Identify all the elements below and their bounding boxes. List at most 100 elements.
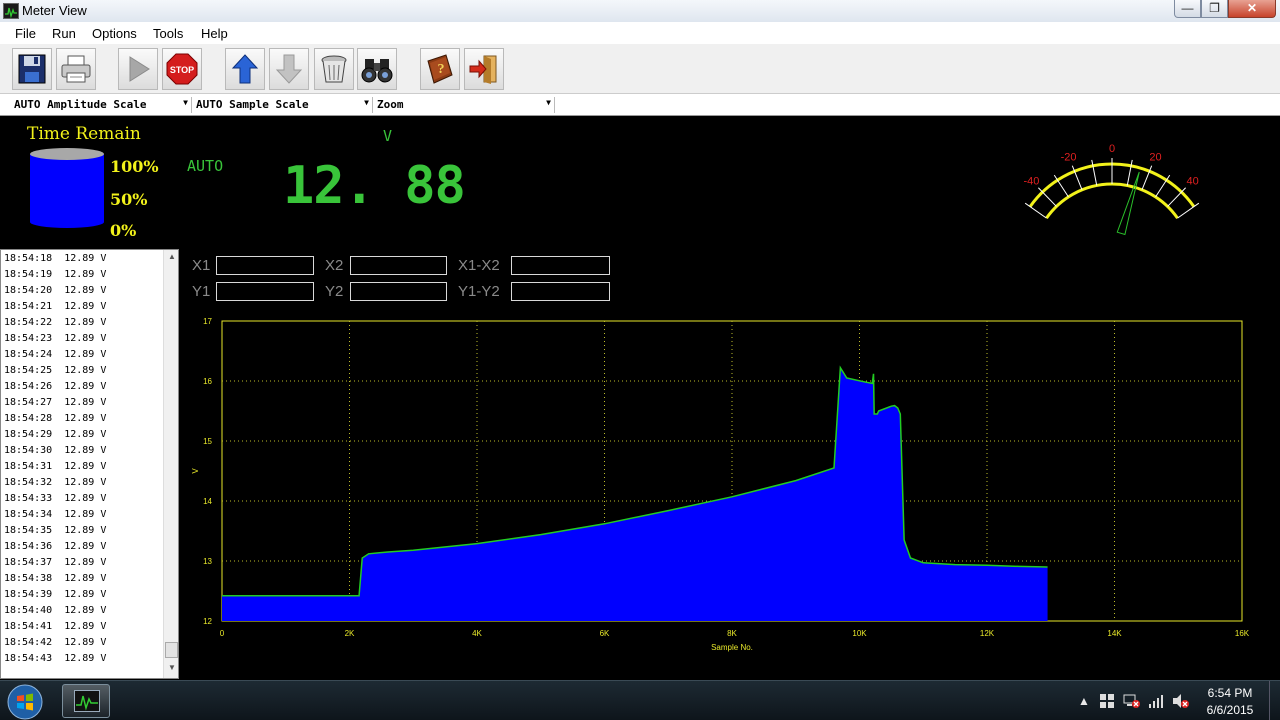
y-tick-label: 15 [203, 437, 212, 446]
scroll-up-icon[interactable]: ▲ [164, 252, 178, 266]
x-tick-label: 16K [1235, 629, 1250, 638]
exit-button[interactable] [464, 48, 504, 90]
log-row[interactable]: 18:54:36 12.89 V [4, 541, 106, 552]
save-button[interactable] [12, 48, 52, 90]
log-row[interactable]: 18:54:27 12.89 V [4, 397, 106, 408]
log-row[interactable]: 18:54:19 12.89 V [4, 269, 106, 280]
log-row[interactable]: 18:54:41 12.89 V [4, 621, 106, 632]
log-row[interactable]: 18:54:24 12.89 V [4, 349, 106, 360]
log-value: 12.89 V [64, 317, 107, 328]
menu-run[interactable]: Run [52, 26, 76, 41]
scroll-down-icon[interactable]: ▼ [164, 663, 178, 677]
log-row[interactable]: 18:54:38 12.89 V [4, 573, 106, 584]
log-row[interactable]: 18:54:35 12.89 V [4, 525, 106, 536]
log-value: 12.89 V [64, 461, 107, 472]
log-row[interactable]: 18:54:26 12.89 V [4, 381, 106, 392]
level-100: 100% [110, 157, 159, 176]
log-row[interactable]: 18:54:25 12.89 V [4, 365, 106, 376]
log-value: 12.89 V [64, 397, 107, 408]
dy-label: Y1-Y2 [458, 283, 500, 300]
maximize-button[interactable]: ❐ [1201, 0, 1228, 18]
app-icon [3, 3, 19, 19]
log-value: 12.89 V [64, 605, 107, 616]
clear-button[interactable] [314, 48, 354, 90]
stop-button[interactable]: STOP [162, 48, 202, 90]
x-axis-label: Sample No. [711, 643, 753, 652]
network-error-icon[interactable] [1123, 693, 1141, 709]
upload-button[interactable] [225, 48, 265, 90]
log-row[interactable]: 18:54:40 12.89 V [4, 605, 106, 616]
signal-bars-icon[interactable] [1148, 693, 1164, 709]
log-row[interactable]: 18:54:29 12.89 V [4, 429, 106, 440]
log-row[interactable]: 18:54:42 12.89 V [4, 637, 106, 648]
reading-log-list[interactable]: 18:54:18 12.89 V 18:54:19 12.89 V 18:54:20… [0, 249, 179, 679]
close-button[interactable]: ✕ [1228, 0, 1276, 18]
amplitude-scale-value: AUTO Amplitude Scale [14, 98, 147, 111]
log-row[interactable]: 18:54:28 12.89 V [4, 413, 106, 424]
menu-options[interactable]: Options [92, 26, 137, 41]
y-axis-label: V [191, 468, 200, 474]
log-row[interactable]: 18:54:33 12.89 V [4, 493, 106, 504]
gauge-tick [1024, 202, 1047, 219]
tray-expand-icon[interactable]: ▲ [1078, 694, 1090, 708]
log-row[interactable]: 18:54:18 12.89 V [4, 253, 106, 264]
log-row[interactable]: 18:54:37 12.89 V [4, 557, 106, 568]
help-book-icon: ? [427, 54, 453, 84]
taskbar: ▲ 6:54 PM 6/6/2015 [0, 680, 1280, 720]
x2-label: X2 [325, 257, 344, 274]
log-time: 18:54:18 [4, 253, 53, 264]
log-time: 18:54:37 [4, 557, 53, 568]
log-row[interactable]: 18:54:21 12.89 V [4, 301, 106, 312]
y-tick-label: 17 [203, 317, 212, 326]
gauge-tick-label: 40 [1186, 176, 1198, 188]
scroll-thumb[interactable] [165, 642, 178, 658]
print-button[interactable] [56, 48, 96, 90]
run-button[interactable] [118, 48, 158, 90]
minimize-button[interactable]: — [1174, 0, 1201, 18]
download-button[interactable] [269, 48, 309, 90]
log-value: 12.89 V [64, 253, 107, 264]
log-value: 12.89 V [64, 557, 107, 568]
help-button[interactable]: ? [420, 48, 460, 90]
find-button[interactable] [357, 48, 397, 90]
show-desktop-button[interactable] [1269, 681, 1280, 720]
gauge-tick [1177, 202, 1200, 219]
dx-label: X1-X2 [458, 257, 500, 274]
amplitude-scale-dropdown[interactable]: AUTO Amplitude Scale ▼ [14, 97, 188, 114]
log-row[interactable]: 18:54:20 12.89 V [4, 285, 106, 296]
menu-file[interactable]: File [15, 26, 36, 41]
action-center-icon[interactable] [1099, 693, 1115, 709]
battery-tank-icon [30, 148, 104, 228]
clock-time: 6:54 PM [1207, 686, 1253, 700]
svg-text:?: ? [438, 62, 445, 77]
upload-icon [231, 54, 259, 84]
menu-tools[interactable]: Tools [153, 26, 183, 41]
voltage-chart[interactable]: 0 2K 4K 6K 8K 10K 12K 14K 16K 12 13 14 15 16 17 Sample … [185, 312, 1255, 657]
taskbar-clock[interactable]: 6:54 PM 6/6/2015 [1196, 685, 1264, 719]
log-row[interactable]: 18:54:30 12.89 V [4, 445, 106, 456]
gauge-tick [1038, 187, 1057, 207]
chevron-down-icon: ▼ [183, 98, 188, 107]
log-row[interactable]: 18:54:32 12.89 V [4, 477, 106, 488]
log-row[interactable]: 18:54:22 12.89 V [4, 317, 106, 328]
log-row[interactable]: 18:54:34 12.89 V [4, 509, 106, 520]
log-scrollbar[interactable]: ▲ ▼ [163, 250, 178, 678]
gauge-tick [1167, 187, 1186, 207]
zoom-dropdown[interactable]: Zoom ▼ [377, 97, 551, 114]
log-row[interactable]: 18:54:43 12.89 V [4, 653, 106, 664]
stop-icon: STOP [166, 53, 198, 85]
log-value: 12.89 V [64, 589, 107, 600]
toolbar: STOP ? [0, 44, 1280, 94]
separator [554, 97, 555, 113]
log-row[interactable]: 18:54:31 12.89 V [4, 461, 106, 472]
save-icon [18, 54, 46, 84]
log-row[interactable]: 18:54:23 12.89 V [4, 333, 106, 344]
start-button[interactable] [6, 683, 44, 720]
menu-help[interactable]: Help [201, 26, 228, 41]
log-row[interactable]: 18:54:39 12.89 V [4, 589, 106, 600]
sample-scale-dropdown[interactable]: AUTO Sample Scale ▼ [196, 97, 369, 114]
volume-muted-icon[interactable] [1172, 693, 1190, 709]
log-time: 18:54:41 [4, 621, 53, 632]
taskbar-meter-view-button[interactable] [62, 684, 110, 718]
meter-app-icon [74, 690, 100, 712]
